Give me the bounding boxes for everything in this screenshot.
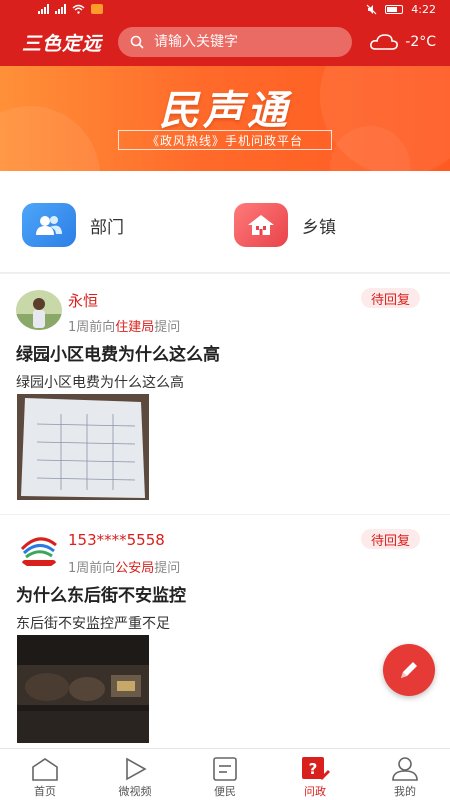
post-time: 1周前向 xyxy=(68,320,116,335)
nav-label: 首页 xyxy=(34,785,56,798)
nav-profile[interactable]: 我的 xyxy=(360,749,450,800)
avatar[interactable] xyxy=(16,529,62,569)
banner-title: 民声通 xyxy=(159,88,291,134)
post-action: 提问 xyxy=(154,320,181,335)
status-time: 4:22 xyxy=(411,2,436,16)
house-icon xyxy=(234,203,288,247)
nav-label: 我的 xyxy=(394,785,416,798)
search-bar[interactable] xyxy=(118,27,352,57)
battery-icon xyxy=(385,4,404,14)
post-username[interactable]: 153****5558 xyxy=(68,531,165,549)
status-left xyxy=(38,4,103,14)
app-screen: 4:22 三色定远 -2°C 民声通 《政风热线》手机问政平台 部门 xyxy=(0,0,450,800)
post-body: 东后街不安监控严重不足 xyxy=(16,616,170,632)
signal-icon xyxy=(38,4,49,14)
post-action: 提问 xyxy=(154,561,181,576)
nav-label: 便民 xyxy=(214,785,236,798)
post-body: 绿园小区电费为什么这么高 xyxy=(16,375,184,391)
play-icon xyxy=(120,755,150,783)
user-icon xyxy=(390,755,420,783)
post-department[interactable]: 公安局 xyxy=(115,561,154,576)
question-icon: ? xyxy=(300,755,330,783)
category-department[interactable]: 部门 xyxy=(22,203,124,247)
status-badge: 待回复 xyxy=(360,288,420,308)
status-badge: 待回复 xyxy=(360,529,420,549)
compose-button[interactable] xyxy=(383,644,435,696)
post-title[interactable]: 为什么东后街不安监控 xyxy=(16,581,186,606)
nav-home[interactable]: 首页 xyxy=(0,749,90,800)
post-username[interactable]: 永恒 xyxy=(68,290,98,311)
home-icon xyxy=(30,755,60,783)
category-label: 部门 xyxy=(90,217,124,238)
pencil-icon xyxy=(401,662,417,678)
banner[interactable]: 民声通 《政风热线》手机问政平台 xyxy=(0,66,450,171)
search-input[interactable] xyxy=(154,34,334,50)
post-image[interactable] xyxy=(17,635,149,743)
nav-service[interactable]: 便民 xyxy=(180,749,270,800)
banner-subtitle: 《政风热线》手机问政平台 xyxy=(118,130,332,150)
nav-inquiry[interactable]: ? 问政 xyxy=(270,749,360,800)
people-icon xyxy=(22,203,76,247)
post-meta: 1周前向公安局提问 xyxy=(68,557,180,576)
status-right: 4:22 xyxy=(366,3,436,16)
search-icon xyxy=(130,35,144,49)
post-department[interactable]: 住建局 xyxy=(115,320,154,335)
svg-text:?: ? xyxy=(309,760,318,778)
post-title[interactable]: 绿园小区电费为什么这么高 xyxy=(16,340,220,365)
avatar[interactable] xyxy=(16,290,62,330)
mute-icon xyxy=(366,4,377,14)
wifi-icon xyxy=(72,4,85,14)
temperature: -2°C xyxy=(405,34,436,50)
cloud-icon xyxy=(370,34,399,50)
nav-video[interactable]: 微视频 xyxy=(90,749,180,800)
post-card[interactable]: 永恒 待回复 1周前向住建局提问 绿园小区电费为什么这么高 绿园小区电费为什么这… xyxy=(0,274,450,514)
status-bar: 4:22 xyxy=(0,0,450,18)
signal-icon-2 xyxy=(55,4,66,14)
app-notification-icon xyxy=(91,4,103,14)
document-icon xyxy=(210,755,240,783)
nav-label: 问政 xyxy=(304,785,326,798)
weather-widget[interactable]: -2°C xyxy=(369,33,436,51)
post-time: 1周前向 xyxy=(68,561,116,576)
app-logo: 三色定远 xyxy=(22,32,103,55)
post-image[interactable] xyxy=(17,394,149,500)
category-label: 乡镇 xyxy=(302,217,336,238)
category-row: 部门 乡镇 xyxy=(0,171,450,273)
post-card[interactable]: 153****5558 待回复 1周前向公安局提问 为什么东后街不安监控 东后街… xyxy=(0,515,450,748)
nav-label: 微视频 xyxy=(118,785,152,798)
bottom-nav: 首页 微视频 便民 ? 问政 我的 xyxy=(0,748,450,800)
app-header: 三色定远 -2°C xyxy=(0,18,450,66)
category-township[interactable]: 乡镇 xyxy=(234,203,336,247)
post-meta: 1周前向住建局提问 xyxy=(68,316,180,335)
